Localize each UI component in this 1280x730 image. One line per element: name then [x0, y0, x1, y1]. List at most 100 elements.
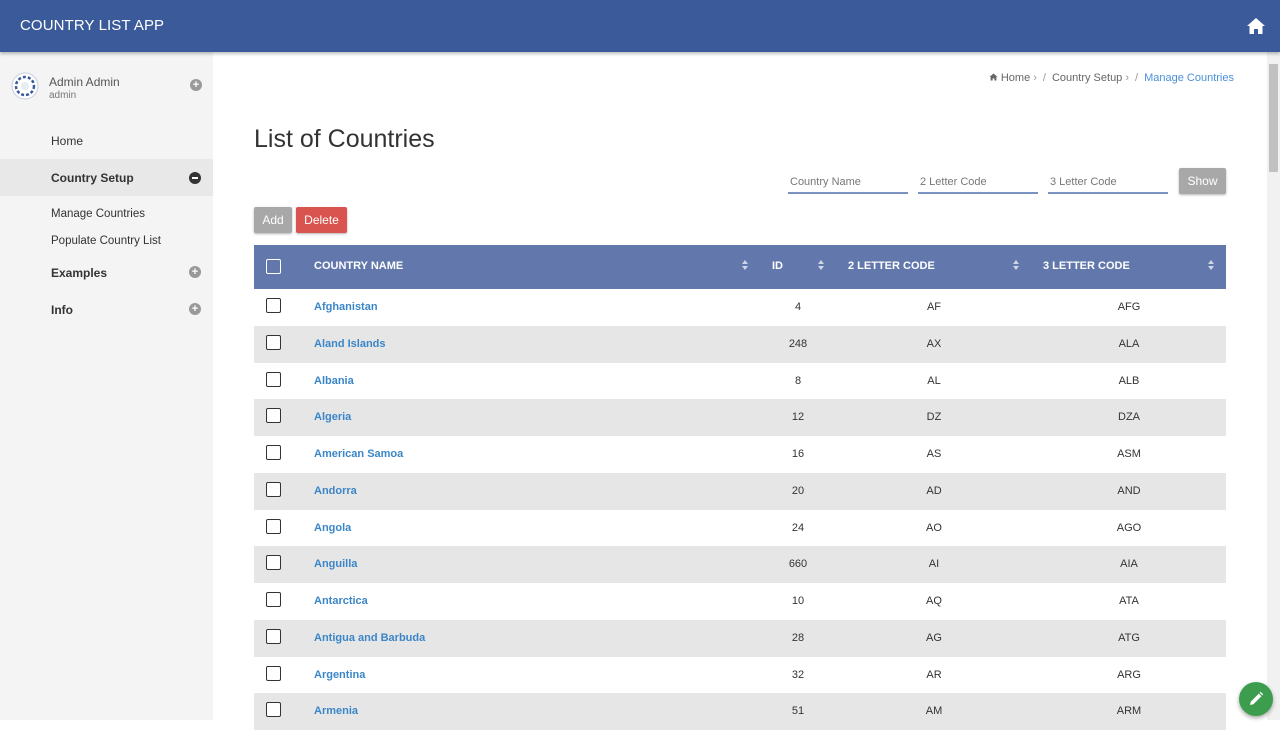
row-checkbox[interactable] [266, 408, 281, 424]
country-code3: AGO [1116, 521, 1142, 534]
table-row: Aland Islands 248 AX ALA [254, 325, 1226, 363]
sidebar-item-country-setup[interactable]: Country Setup [0, 159, 213, 196]
sidebar-item-populate-country-list[interactable]: Populate Country List [0, 227, 213, 254]
country-name-link[interactable]: Antigua and Barbuda [314, 632, 425, 644]
row-checkbox[interactable] [266, 665, 281, 681]
row-checkbox[interactable] [266, 298, 281, 313]
top-bar: COUNTRY LIST APP [0, 0, 1280, 52]
country-name-link[interactable]: Aland Islands [314, 338, 386, 350]
scrollbar-thumb[interactable] [1269, 64, 1278, 172]
home-small-icon [989, 73, 998, 81]
select-all-checkbox[interactable] [266, 259, 281, 274]
country-code3: ASM [1117, 448, 1141, 460]
table-body: Afghanistan 4 AF AFG Aland Islands 248 A… [254, 289, 1226, 730]
edit-fab-button[interactable] [1239, 682, 1273, 716]
expand-info-icon[interactable]: + [189, 303, 201, 315]
table-row: Afghanistan 4 AF AFG [254, 289, 1226, 326]
user-avatar-icon [11, 72, 39, 100]
country-name-link[interactable]: Antarctica [314, 595, 368, 607]
countries-table: COUNTRY NAME ID 2 LETTER CODE 3 LETTER C… [254, 245, 1226, 730]
sidebar-item-info[interactable]: Info + [0, 291, 213, 328]
country-id: 4 [794, 301, 802, 313]
user-panel: Admin Admin admin + [0, 52, 213, 122]
sort-code3-icon[interactable] [1207, 259, 1215, 273]
sort-code2-icon[interactable] [1012, 259, 1020, 273]
country-id: 660 [788, 558, 808, 571]
country-code3: ARM [1116, 705, 1142, 718]
row-checkbox[interactable] [266, 592, 281, 607]
country-id: 12 [791, 411, 805, 424]
country-id: 32 [791, 668, 805, 681]
page-scrollbar[interactable] [1267, 52, 1280, 720]
country-code3: ARG [1117, 668, 1141, 681]
sidebar-item-home[interactable]: Home [0, 122, 213, 159]
row-checkbox[interactable] [266, 628, 281, 644]
expand-examples-icon[interactable]: + [189, 266, 201, 278]
country-code3: AND [1117, 484, 1141, 497]
breadcrumb-home[interactable]: Home [1001, 72, 1030, 84]
country-code3: ATA [1119, 595, 1139, 607]
header-code2[interactable]: 2 LETTER CODE [848, 260, 935, 272]
country-name-link[interactable]: Anguilla [314, 558, 357, 570]
country-id: 20 [791, 484, 805, 497]
table-row: Albania 8 AL ALB [254, 363, 1226, 400]
header-id[interactable]: ID [772, 260, 783, 272]
country-name-link[interactable]: Armenia [314, 705, 358, 717]
table-row: Antarctica 10 AQ ATA [254, 583, 1226, 620]
row-checkbox[interactable] [266, 445, 281, 460]
country-code2: AI [928, 558, 940, 571]
table-row: Armenia 51 AM ARM [254, 693, 1226, 730]
country-code2: AM [925, 705, 943, 718]
country-code2: AD [926, 484, 942, 497]
header-country-name[interactable]: COUNTRY NAME [314, 260, 403, 272]
row-checkbox[interactable] [266, 702, 281, 718]
country-code2: AO [926, 521, 942, 534]
table-header: COUNTRY NAME ID 2 LETTER CODE 3 LETTER C… [254, 245, 1226, 289]
header-code3[interactable]: 3 LETTER CODE [1043, 260, 1130, 272]
country-code2: AL [927, 374, 941, 387]
country-code3: AFG [1117, 301, 1141, 313]
country-name-filter[interactable] [788, 172, 908, 194]
sort-name-icon[interactable] [741, 259, 749, 273]
country-code3: DZA [1118, 411, 1140, 424]
collapse-icon[interactable] [189, 172, 201, 184]
country-id: 24 [791, 521, 805, 534]
country-id: 28 [791, 631, 805, 644]
breadcrumb-country-setup[interactable]: Country Setup [1052, 72, 1122, 84]
country-name-link[interactable]: Andorra [314, 485, 357, 497]
row-checkbox[interactable] [266, 481, 281, 497]
country-code2: AF [926, 301, 942, 313]
code3-filter[interactable] [1048, 172, 1168, 194]
row-checkbox[interactable] [266, 371, 281, 387]
country-code2: AG [926, 631, 942, 644]
sidebar-item-manage-countries[interactable]: Manage Countries [0, 200, 213, 227]
breadcrumb: Home › / Country Setup › / Manage Countries [989, 72, 1234, 84]
country-id: 16 [791, 448, 805, 460]
country-name-link[interactable]: Albania [314, 375, 354, 387]
sort-id-icon[interactable] [817, 259, 825, 273]
table-row: Anguilla 660 AI AIA [254, 546, 1226, 583]
page-title: List of Countries [254, 125, 435, 153]
code2-filter[interactable] [918, 172, 1038, 194]
table-row: Algeria 12 DZ DZA [254, 399, 1226, 436]
country-code3: ALA [1118, 337, 1140, 350]
country-id: 51 [791, 705, 805, 718]
row-checkbox[interactable] [266, 555, 281, 571]
country-name-link[interactable]: Afghanistan [314, 301, 378, 313]
expand-user-icon[interactable]: + [190, 79, 202, 91]
country-code2: AS [926, 448, 942, 460]
country-name-link[interactable]: Algeria [314, 411, 351, 423]
country-code2: DZ [926, 411, 942, 424]
country-name-link[interactable]: Angola [314, 522, 351, 534]
country-name-link[interactable]: American Samoa [314, 448, 403, 460]
home-button[interactable] [1232, 0, 1280, 52]
row-checkbox[interactable] [266, 518, 281, 534]
show-button[interactable]: Show [1179, 168, 1226, 194]
table-row: American Samoa 16 AS ASM [254, 436, 1226, 473]
add-button[interactable]: Add [254, 207, 292, 233]
breadcrumb-current: Manage Countries [1144, 72, 1234, 84]
delete-button[interactable]: Delete [296, 207, 347, 233]
sidebar-item-examples[interactable]: Examples + [0, 254, 213, 291]
country-name-link[interactable]: Argentina [314, 669, 365, 681]
row-checkbox[interactable] [266, 334, 281, 350]
